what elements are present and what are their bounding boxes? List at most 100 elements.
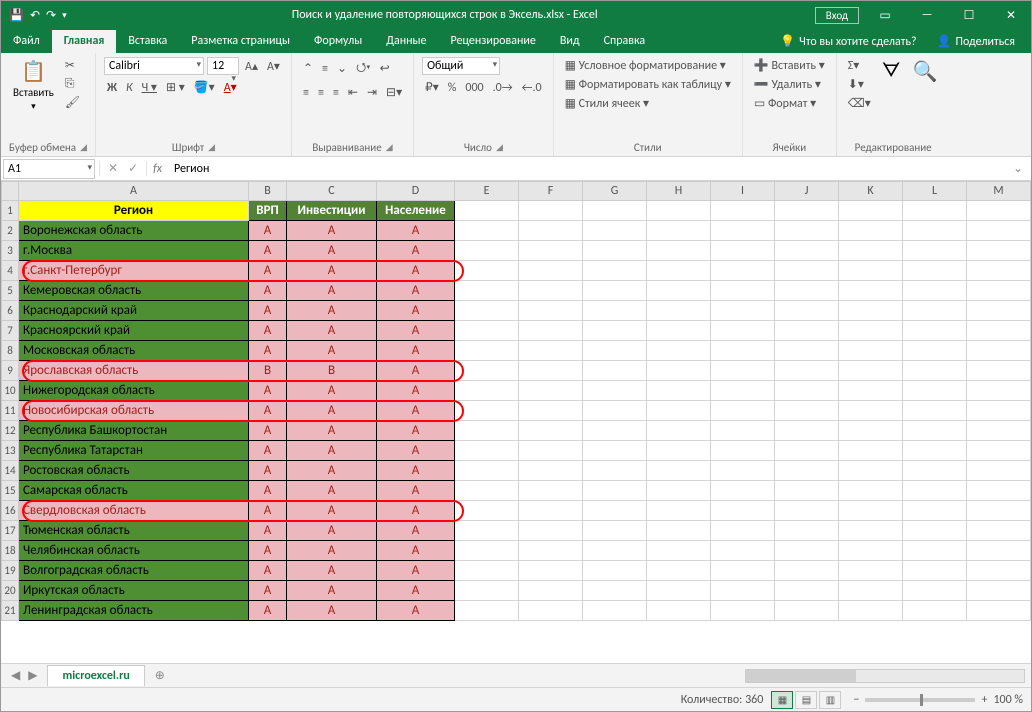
cancel-formula-icon[interactable]: ✕: [108, 161, 118, 176]
cell[interactable]: г.Санкт-Петербург: [19, 261, 249, 281]
cell[interactable]: [711, 541, 775, 561]
cell[interactable]: А: [287, 461, 377, 481]
cell[interactable]: [455, 421, 519, 441]
select-all-corner[interactable]: [2, 182, 19, 201]
undo-icon[interactable]: ↶: [30, 8, 40, 23]
cell[interactable]: [839, 561, 903, 581]
cell[interactable]: [519, 541, 583, 561]
cell[interactable]: [967, 561, 1031, 581]
cell[interactable]: [519, 461, 583, 481]
cell[interactable]: [711, 421, 775, 441]
cell[interactable]: Волгоградская область: [19, 561, 249, 581]
cell[interactable]: [647, 321, 711, 341]
cell[interactable]: Свердловская область: [19, 501, 249, 521]
cut-icon[interactable]: ✂: [62, 57, 83, 74]
cell[interactable]: А: [377, 421, 455, 441]
cell[interactable]: Инвестиции: [287, 201, 377, 221]
cell[interactable]: [903, 381, 967, 401]
align-center-icon[interactable]: ≡: [315, 85, 327, 101]
row-header[interactable]: 12: [2, 421, 19, 441]
cell-styles-button[interactable]: ▦ Стили ячеек ▾: [562, 95, 653, 112]
tab-insert[interactable]: Вставка: [116, 30, 179, 53]
cell[interactable]: А: [377, 261, 455, 281]
cell[interactable]: [647, 441, 711, 461]
cell[interactable]: [967, 521, 1031, 541]
cell[interactable]: [903, 201, 967, 221]
cell[interactable]: Республика Башкортостан: [19, 421, 249, 441]
cell[interactable]: А: [377, 521, 455, 541]
cell[interactable]: [903, 361, 967, 381]
number-format-combo[interactable]: Общий: [422, 57, 500, 75]
cell[interactable]: г.Москва: [19, 241, 249, 261]
cell[interactable]: [839, 421, 903, 441]
cell[interactable]: [647, 421, 711, 441]
row-header[interactable]: 20: [2, 581, 19, 601]
cell[interactable]: [775, 381, 839, 401]
redo-icon[interactable]: ↷: [46, 8, 56, 23]
cell[interactable]: А: [377, 461, 455, 481]
cell[interactable]: [583, 421, 647, 441]
cell[interactable]: [839, 281, 903, 301]
cell[interactable]: [775, 281, 839, 301]
cell[interactable]: [903, 421, 967, 441]
cell[interactable]: [903, 241, 967, 261]
cell[interactable]: [583, 521, 647, 541]
cell[interactable]: [775, 241, 839, 261]
cell[interactable]: [775, 341, 839, 361]
cell[interactable]: [711, 201, 775, 221]
cell[interactable]: А: [249, 601, 287, 621]
row-header[interactable]: 17: [2, 521, 19, 541]
indent-left-icon[interactable]: ⇤: [345, 84, 361, 101]
cell[interactable]: А: [287, 401, 377, 421]
cell[interactable]: [903, 261, 967, 281]
cell[interactable]: А: [287, 301, 377, 321]
copy-icon[interactable]: ⎘: [62, 76, 83, 92]
cell[interactable]: [583, 301, 647, 321]
cell[interactable]: А: [249, 561, 287, 581]
column-header[interactable]: A: [19, 182, 249, 201]
format-painter-icon[interactable]: 🖌: [62, 94, 83, 111]
cell[interactable]: [647, 221, 711, 241]
cell[interactable]: [583, 201, 647, 221]
cell[interactable]: А: [287, 541, 377, 561]
cell[interactable]: А: [377, 481, 455, 501]
cell[interactable]: [967, 201, 1031, 221]
row-header[interactable]: 13: [2, 441, 19, 461]
row-header[interactable]: 21: [2, 601, 19, 621]
autosum-icon[interactable]: Σ▾: [845, 57, 874, 74]
cell[interactable]: Иркутская область: [19, 581, 249, 601]
cell[interactable]: ВРП: [249, 201, 287, 221]
cell[interactable]: А: [377, 341, 455, 361]
cell[interactable]: [455, 241, 519, 261]
cell[interactable]: Краснодарский край: [19, 301, 249, 321]
cell[interactable]: [519, 341, 583, 361]
insert-cells-button[interactable]: ➕ Вставить ▾: [751, 57, 828, 74]
cell[interactable]: [647, 561, 711, 581]
cell[interactable]: А: [249, 521, 287, 541]
zoom-slider[interactable]: [865, 698, 975, 702]
cell[interactable]: А: [249, 321, 287, 341]
cell[interactable]: [583, 321, 647, 341]
tab-file[interactable]: Файл: [1, 30, 52, 53]
tab-page-layout[interactable]: Разметка страницы: [179, 30, 302, 53]
cell[interactable]: А: [249, 421, 287, 441]
row-header[interactable]: 19: [2, 561, 19, 581]
cell[interactable]: [775, 541, 839, 561]
maximize-icon[interactable]: ☐: [949, 1, 989, 29]
column-header[interactable]: F: [519, 182, 583, 201]
cell[interactable]: [647, 461, 711, 481]
cell[interactable]: [967, 241, 1031, 261]
cell[interactable]: [647, 501, 711, 521]
cell[interactable]: [711, 401, 775, 421]
minimize-icon[interactable]: —: [907, 1, 947, 29]
cell[interactable]: [967, 361, 1031, 381]
cell[interactable]: [519, 241, 583, 261]
cell[interactable]: [967, 441, 1031, 461]
cell[interactable]: [839, 341, 903, 361]
cell[interactable]: Кемеровская область: [19, 281, 249, 301]
cell[interactable]: [519, 301, 583, 321]
cell[interactable]: [903, 221, 967, 241]
close-icon[interactable]: ✕: [991, 1, 1031, 29]
cell[interactable]: [903, 401, 967, 421]
cell[interactable]: [519, 521, 583, 541]
